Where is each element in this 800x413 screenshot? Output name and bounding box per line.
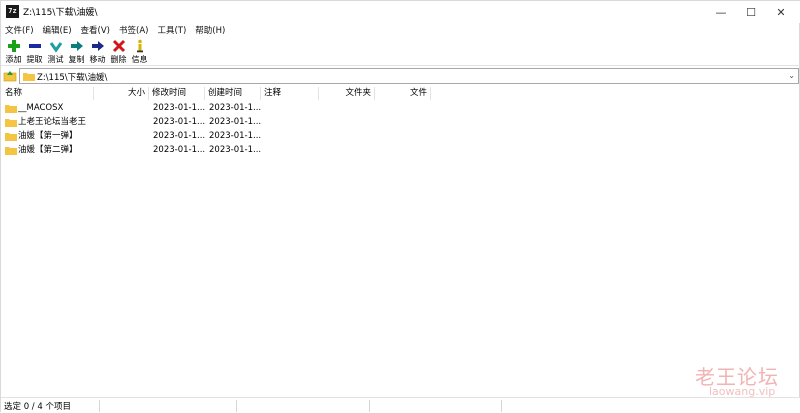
move-label: 移动 xyxy=(89,55,106,64)
item-modified: 2023-01-1... xyxy=(153,131,205,141)
menu-tools[interactable]: 工具(T) xyxy=(157,24,186,36)
menu-view[interactable]: 查看(V) xyxy=(81,24,110,36)
delete-icon xyxy=(112,39,125,53)
move-icon xyxy=(91,41,104,51)
app-icon: 7z xyxy=(6,5,19,18)
column-size[interactable]: 大小 xyxy=(94,87,149,100)
extract-label: 提取 xyxy=(26,55,43,64)
window-title: Z:\115\下载\油媛\ xyxy=(23,8,98,18)
item-modified: 2023-01-1... xyxy=(153,117,205,127)
item-name: __MACOSX xyxy=(18,103,64,113)
column-name[interactable]: 名称 xyxy=(2,87,94,100)
item-created: 2023-01-1... xyxy=(209,131,261,141)
chevron-down-icon[interactable]: ⌄ xyxy=(788,71,795,80)
list-header: 名称 大小 修改时间 创建时间 注释 文件夹 文件 xyxy=(2,87,799,100)
item-name: 油媛【第二弹】 xyxy=(18,145,78,155)
move-button[interactable]: 移动 xyxy=(87,37,108,66)
list-item[interactable]: 油媛【第一弹】 2023-01-1... 2023-01-1... xyxy=(2,129,432,143)
file-manager-window: 7z Z:\115\下载\油媛\ — ☐ ✕ 文件(F) 编辑(E) 查看(V)… xyxy=(0,0,800,413)
copy-label: 复制 xyxy=(68,55,85,64)
status-divider xyxy=(99,400,100,412)
menu-help[interactable]: 帮助(H) xyxy=(195,24,225,36)
test-button[interactable]: 测试 xyxy=(45,37,66,66)
extract-icon xyxy=(28,44,41,48)
title-bar: 7z Z:\115\下载\油媛\ — ☐ ✕ xyxy=(1,1,800,23)
column-comment[interactable]: 注释 xyxy=(261,87,319,100)
info-icon xyxy=(136,39,143,53)
extract-button[interactable]: 提取 xyxy=(24,37,45,66)
list-item[interactable]: 上老王论坛当老王 2023-01-1... 2023-01-1... xyxy=(2,115,432,129)
address-row: Z:\115\下载\油媛\ ⌄ xyxy=(1,67,800,85)
status-divider xyxy=(236,400,237,412)
folder-icon xyxy=(23,73,35,81)
column-modified[interactable]: 修改时间 xyxy=(149,87,205,100)
delete-button[interactable]: 删除 xyxy=(108,37,129,66)
status-bar: 选定 0 / 4 个项目 xyxy=(1,397,800,413)
folder-icon xyxy=(5,105,17,113)
toolbar: 添加 提取 测试 复制 移动 删除 信息 xyxy=(1,37,800,66)
up-folder-icon[interactable] xyxy=(3,69,17,83)
item-name: 油媛【第一弹】 xyxy=(18,131,78,141)
info-button[interactable]: 信息 xyxy=(129,37,150,66)
item-created: 2023-01-1... xyxy=(209,103,261,113)
list-item[interactable]: 油媛【第二弹】 2023-01-1... 2023-01-1... xyxy=(2,143,432,157)
menu-bookmarks[interactable]: 书签(A) xyxy=(119,24,148,36)
test-icon xyxy=(49,42,62,53)
column-folders[interactable]: 文件夹 xyxy=(319,87,375,100)
maximize-button[interactable]: ☐ xyxy=(736,1,766,23)
item-created: 2023-01-1... xyxy=(209,145,261,155)
item-created: 2023-01-1... xyxy=(209,117,261,127)
file-list: 名称 大小 修改时间 创建时间 注释 文件夹 文件 __MACOSX 2023-… xyxy=(2,87,799,397)
delete-label: 删除 xyxy=(110,55,127,64)
menu-edit[interactable]: 编辑(E) xyxy=(43,24,72,36)
address-bar[interactable]: Z:\115\下载\油媛\ ⌄ xyxy=(19,68,799,84)
minimize-button[interactable]: — xyxy=(706,1,736,23)
status-divider xyxy=(369,400,370,412)
copy-button[interactable]: 复制 xyxy=(66,37,87,66)
menu-file[interactable]: 文件(F) xyxy=(5,24,34,36)
folder-icon xyxy=(5,147,17,155)
info-label: 信息 xyxy=(131,55,148,64)
add-button[interactable]: 添加 xyxy=(3,37,24,66)
column-files[interactable]: 文件 xyxy=(375,87,431,100)
selection-status: 选定 0 / 4 个项目 xyxy=(4,402,71,412)
close-button[interactable]: ✕ xyxy=(766,1,796,23)
add-icon xyxy=(7,40,20,52)
folder-icon xyxy=(5,133,17,141)
test-label: 测试 xyxy=(47,55,64,64)
menu-bar: 文件(F) 编辑(E) 查看(V) 书签(A) 工具(T) 帮助(H) xyxy=(1,23,800,37)
folder-icon xyxy=(5,119,17,127)
item-modified: 2023-01-1... xyxy=(153,103,205,113)
status-divider xyxy=(501,400,502,412)
address-path: Z:\115\下载\油媛\ xyxy=(37,73,108,83)
column-created[interactable]: 创建时间 xyxy=(205,87,261,100)
copy-icon xyxy=(70,41,83,51)
item-name: 上老王论坛当老王 xyxy=(18,117,87,127)
add-label: 添加 xyxy=(5,55,22,64)
item-modified: 2023-01-1... xyxy=(153,145,205,155)
list-item[interactable]: __MACOSX 2023-01-1... 2023-01-1... xyxy=(2,101,432,115)
